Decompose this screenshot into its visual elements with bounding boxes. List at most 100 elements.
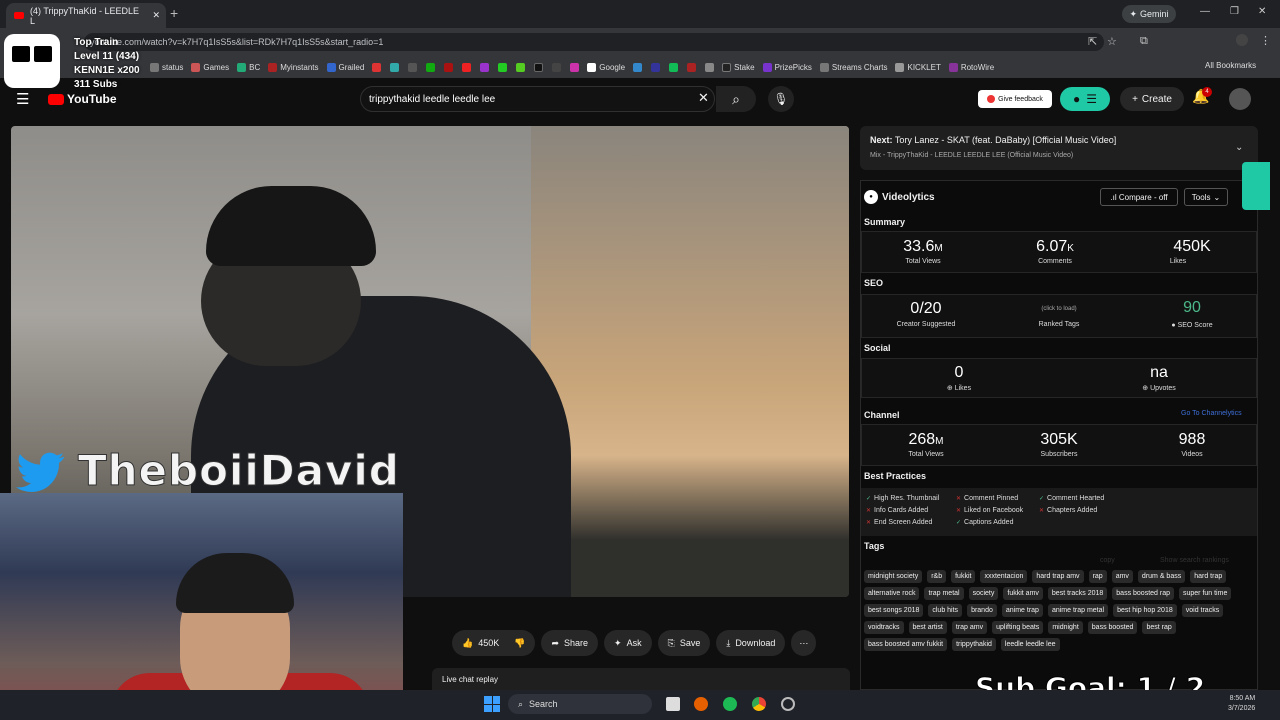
maximize-button[interactable]: ❐ [1230,6,1239,17]
videolytics-title: Videolytics [882,191,935,203]
tools-dropdown[interactable]: Tools ⌄ [1184,188,1228,206]
tag-chip[interactable]: bass boosted amv fukkit [864,638,948,651]
tag-chip[interactable]: voidtracks [864,621,904,634]
app-icon[interactable] [781,697,795,711]
profile-icon[interactable] [1236,34,1248,46]
share-button[interactable]: ➦ Share [541,630,599,656]
tag-chip[interactable]: trippythakid [952,638,996,651]
bookmark-item[interactable]: Myinstants [268,62,319,72]
tag-chip[interactable]: brando [967,604,997,617]
bookmark-item[interactable]: Stake [722,62,755,72]
tag-chip[interactable]: super fun time [1178,587,1232,600]
close-window-button[interactable]: ✕ [1258,6,1266,17]
tag-chip[interactable]: society [968,587,999,600]
tag-chip[interactable]: uplifting beats [992,621,1044,634]
tab-youtube[interactable]: (4) TrippyThaKid - LEEDLE L ✕ [6,3,166,28]
show-rankings-button[interactable]: Show search rankings [1160,557,1229,564]
more-actions-button[interactable]: ⋯ [791,630,817,656]
install-icon[interactable]: ⇱ [1088,35,1097,48]
next-video-panel[interactable] [860,126,1258,170]
bookmark-item[interactable]: Google [587,62,625,72]
bookmark-item[interactable]: BC [237,62,260,72]
hamburger-menu-icon[interactable]: ☰ [16,90,29,108]
tag-chip[interactable]: hard trap [1190,570,1227,583]
tag-chip[interactable]: anime trap [1001,604,1043,617]
download-button[interactable]: ⤓ Download [716,630,786,656]
tag-chip[interactable]: drum & bass [1137,570,1186,583]
url-field[interactable]: youtube.com/watch?v=k7H7q1IsS5s&list=RDk… [84,33,1104,51]
tag-chip[interactable]: leedle leedle lee [1000,638,1060,651]
compare-button[interactable]: .ıl Compare - off [1100,188,1178,206]
copy-tags-button[interactable]: copy [1100,557,1115,564]
clear-search-icon[interactable]: ✕ [698,90,709,106]
tag-chip[interactable]: alternative rock [864,587,920,600]
video-person-cap [206,186,376,266]
bookmark-star-icon[interactable]: ☆ [1107,35,1117,48]
tab-close-icon[interactable]: ✕ [152,10,160,21]
new-tab-button[interactable]: + [170,5,178,21]
channelytics-link[interactable]: Go To Channelytics [1181,410,1242,417]
ranked-tags-load-link[interactable]: (click to load) [1004,306,1114,312]
bookmark-item[interactable]: Streams Charts [819,62,887,72]
tag-chip[interactable]: best rap [1142,621,1176,634]
bookmark-item[interactable]: PrizePicks [762,62,812,72]
bookmark-item[interactable]: Grailed [326,62,364,72]
social-likes-value: 0 [954,364,964,381]
tag-chip[interactable]: amv [1111,570,1133,583]
minimize-button[interactable]: — [1200,6,1210,17]
tag-chip[interactable]: trap metal [924,587,964,600]
extensions-icon[interactable]: ⧉ [1140,35,1148,48]
tag-chip[interactable]: void tracks [1181,604,1224,617]
tag-chip[interactable]: fukkit [951,570,976,583]
gemini-button[interactable]: ✦ Gemini [1122,5,1176,23]
youtube-logo[interactable]: YouTube [48,92,117,106]
bookmark-item[interactable]: Games [191,62,229,72]
give-feedback-button[interactable]: Give feedback [978,90,1052,108]
taskbar-search[interactable]: ⌕ Search [508,694,652,714]
tag-chip[interactable]: hard trap amv [1032,570,1084,583]
bookmark-item[interactable]: KICKLET [895,62,941,72]
tag-chip[interactable]: xxxtentacion [980,570,1028,583]
tag-chip[interactable]: anime trap metal [1047,604,1109,617]
thumbs-down-icon[interactable]: 👎 [514,638,525,649]
bookmark-icons-group[interactable] [633,62,715,72]
ask-button[interactable]: ✦ Ask [604,630,652,656]
tag-chip[interactable]: r&b [927,570,947,583]
tag-chip[interactable]: bass boosted [1087,621,1138,634]
windows-start-icon[interactable] [484,696,500,712]
save-button[interactable]: ⎘ Save [657,630,711,656]
next-title[interactable]: Next: Tory Lanez - SKAT (feat. DaBaby) [… [870,135,1116,145]
chrome-icon[interactable] [752,697,766,711]
bookmark-item[interactable]: status [150,62,183,72]
menu-dots-icon[interactable]: ⋮ [1260,34,1271,47]
tag-chip[interactable]: fukkit amv [1003,587,1043,600]
chevron-down-icon[interactable]: ⌄ [1235,142,1243,153]
tag-chip[interactable]: best songs 2018 [864,604,924,617]
like-button[interactable]: 👍 450K 👎 [452,630,536,656]
tag-chip[interactable]: rap [1088,570,1107,583]
search-input[interactable]: trippythakid leedle leedle lee [360,86,715,112]
tag-chip[interactable]: best artist [908,621,947,634]
all-bookmarks[interactable]: All Bookmarks [1205,61,1256,70]
tag-chip[interactable]: trap amv [951,621,988,634]
videolytics-toggle-button[interactable]: ● ☰ [1060,87,1110,111]
firefox-icon[interactable] [694,697,708,711]
comments-unit: K [1067,243,1074,254]
tag-chip[interactable]: midnight society [864,570,923,583]
videolytics-side-tab[interactable] [1242,162,1270,210]
tag-chip[interactable]: club hits [928,604,963,617]
avatar[interactable] [1229,88,1251,110]
tag-chip[interactable]: best tracks 2018 [1047,587,1108,600]
voice-search-icon[interactable]: 🎙 [768,86,794,112]
search-button[interactable]: ⌕ [716,86,756,112]
like-count: 450K [478,638,500,648]
bookmark-item[interactable]: RotoWire [948,62,994,72]
tag-chip[interactable]: best hip hop 2018 [1113,604,1177,617]
task-view-icon[interactable] [666,697,680,711]
check-icon: ✓ [1039,496,1045,502]
spotify-icon[interactable] [723,697,737,711]
create-button[interactable]: + Create [1120,87,1184,111]
bookmark-icons-group[interactable] [372,62,580,72]
tag-chip[interactable]: midnight [1048,621,1083,634]
tag-chip[interactable]: bass boosted rap [1112,587,1174,600]
